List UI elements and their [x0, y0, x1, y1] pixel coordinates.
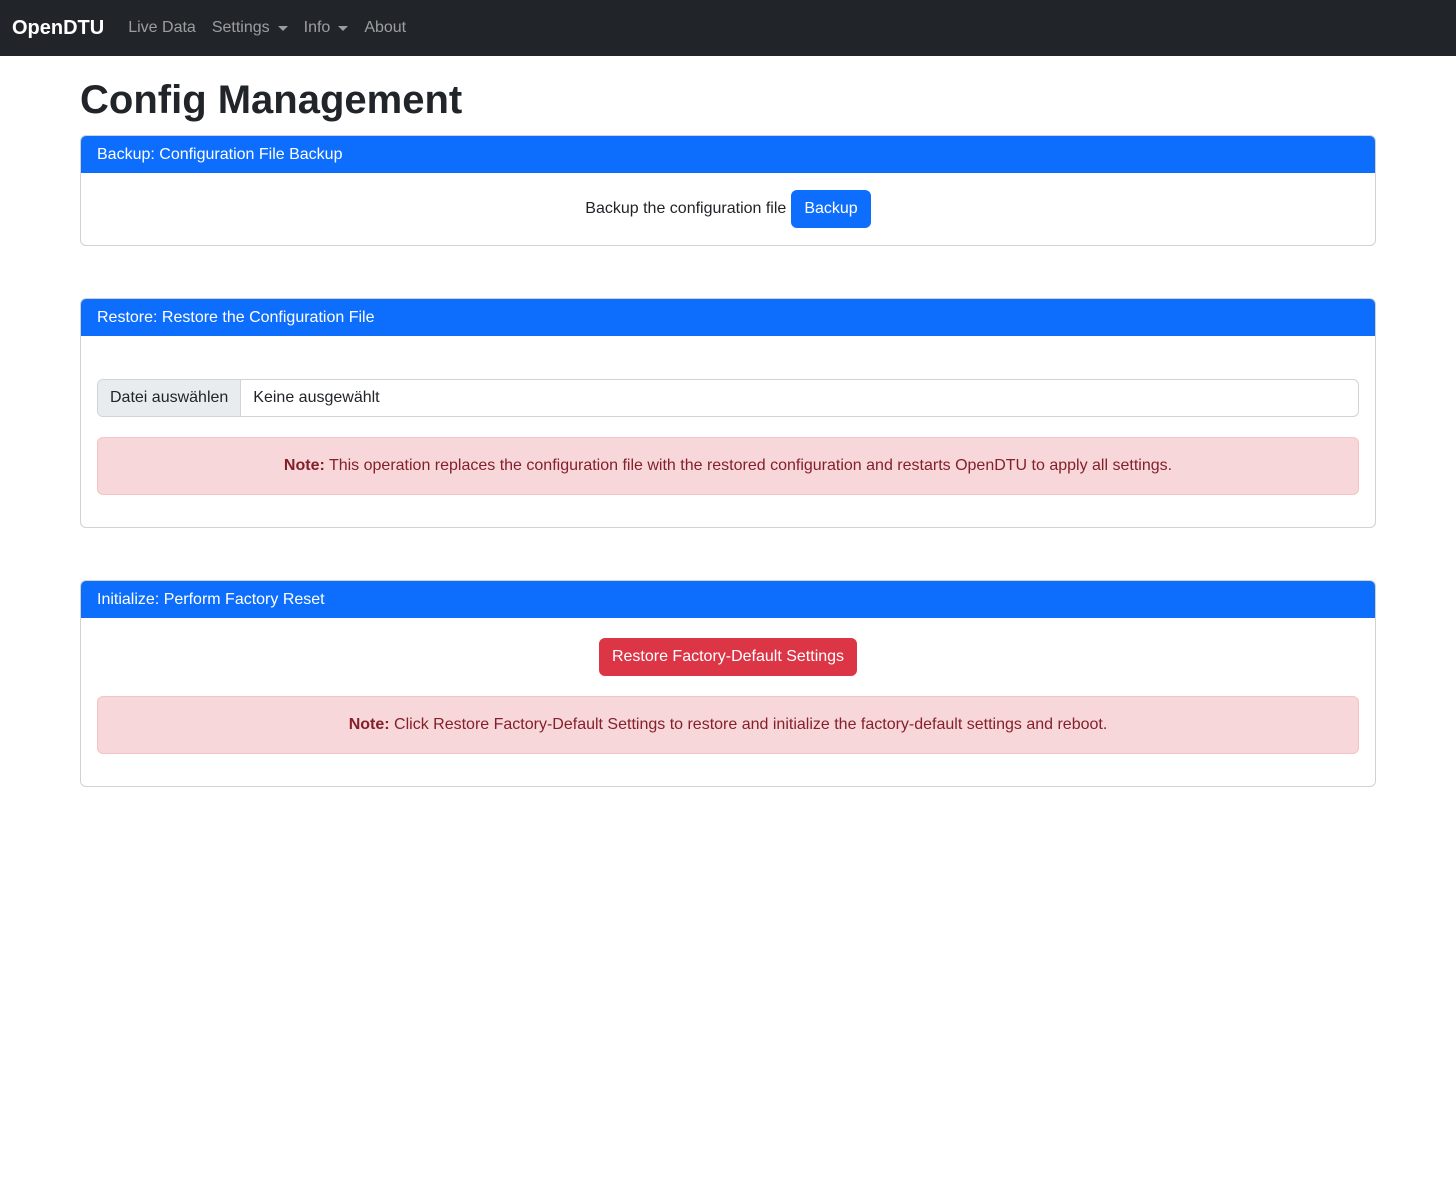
- note-text: Click Restore Factory-Default Settings t…: [390, 716, 1108, 733]
- main-content: Config Management Backup: Configuration …: [0, 78, 1456, 787]
- initialize-note-alert: Note: Click Restore Factory-Default Sett…: [97, 696, 1359, 754]
- factory-reset-button-row: Restore Factory-Default Settings: [97, 638, 1359, 676]
- page-title: Config Management: [80, 78, 1376, 123]
- initialize-card-body: Restore Factory-Default Settings Note: C…: [81, 618, 1375, 786]
- nav-item-info[interactable]: Info: [296, 11, 357, 45]
- restore-note-alert: Note: This operation replaces the config…: [97, 437, 1359, 495]
- nav-item-live-data[interactable]: Live Data: [120, 11, 204, 45]
- nav-item-label: Live Data: [128, 19, 196, 37]
- factory-reset-button[interactable]: Restore Factory-Default Settings: [599, 638, 857, 676]
- note-label: Note:: [284, 457, 325, 474]
- file-select-button[interactable]: Datei auswählen: [98, 380, 241, 416]
- backup-card-header: Backup: Configuration File Backup: [81, 136, 1375, 173]
- restore-card-body: Datei auswählen Keine ausgewählt Note: T…: [81, 336, 1375, 527]
- file-selected-status: Keine ausgewählt: [241, 380, 391, 416]
- nav-item-label: Info: [304, 19, 331, 37]
- chevron-down-icon: [338, 26, 348, 31]
- restore-card-header: Restore: Restore the Configuration File: [81, 299, 1375, 336]
- nav-item-label: About: [364, 19, 406, 37]
- backup-description: Backup the configuration file: [585, 200, 786, 218]
- backup-card: Backup: Configuration File Backup Backup…: [80, 135, 1376, 246]
- note-label: Note:: [349, 716, 390, 733]
- nav-item-about[interactable]: About: [356, 11, 414, 45]
- top-navbar: OpenDTU Live Data Settings Info About: [0, 0, 1456, 56]
- nav-item-label: Settings: [212, 19, 270, 37]
- backup-card-body: Backup the configuration file Backup: [81, 173, 1375, 245]
- restore-card: Restore: Restore the Configuration File …: [80, 298, 1376, 528]
- note-text: This operation replaces the configuratio…: [325, 457, 1172, 474]
- chevron-down-icon: [278, 26, 288, 31]
- initialize-card: Initialize: Perform Factory Reset Restor…: [80, 580, 1376, 787]
- restore-file-input[interactable]: Datei auswählen Keine ausgewählt: [97, 379, 1359, 417]
- nav-item-settings[interactable]: Settings: [204, 11, 296, 45]
- brand-opendtu[interactable]: OpenDTU: [12, 17, 104, 40]
- initialize-card-header: Initialize: Perform Factory Reset: [81, 581, 1375, 618]
- backup-button[interactable]: Backup: [791, 190, 870, 228]
